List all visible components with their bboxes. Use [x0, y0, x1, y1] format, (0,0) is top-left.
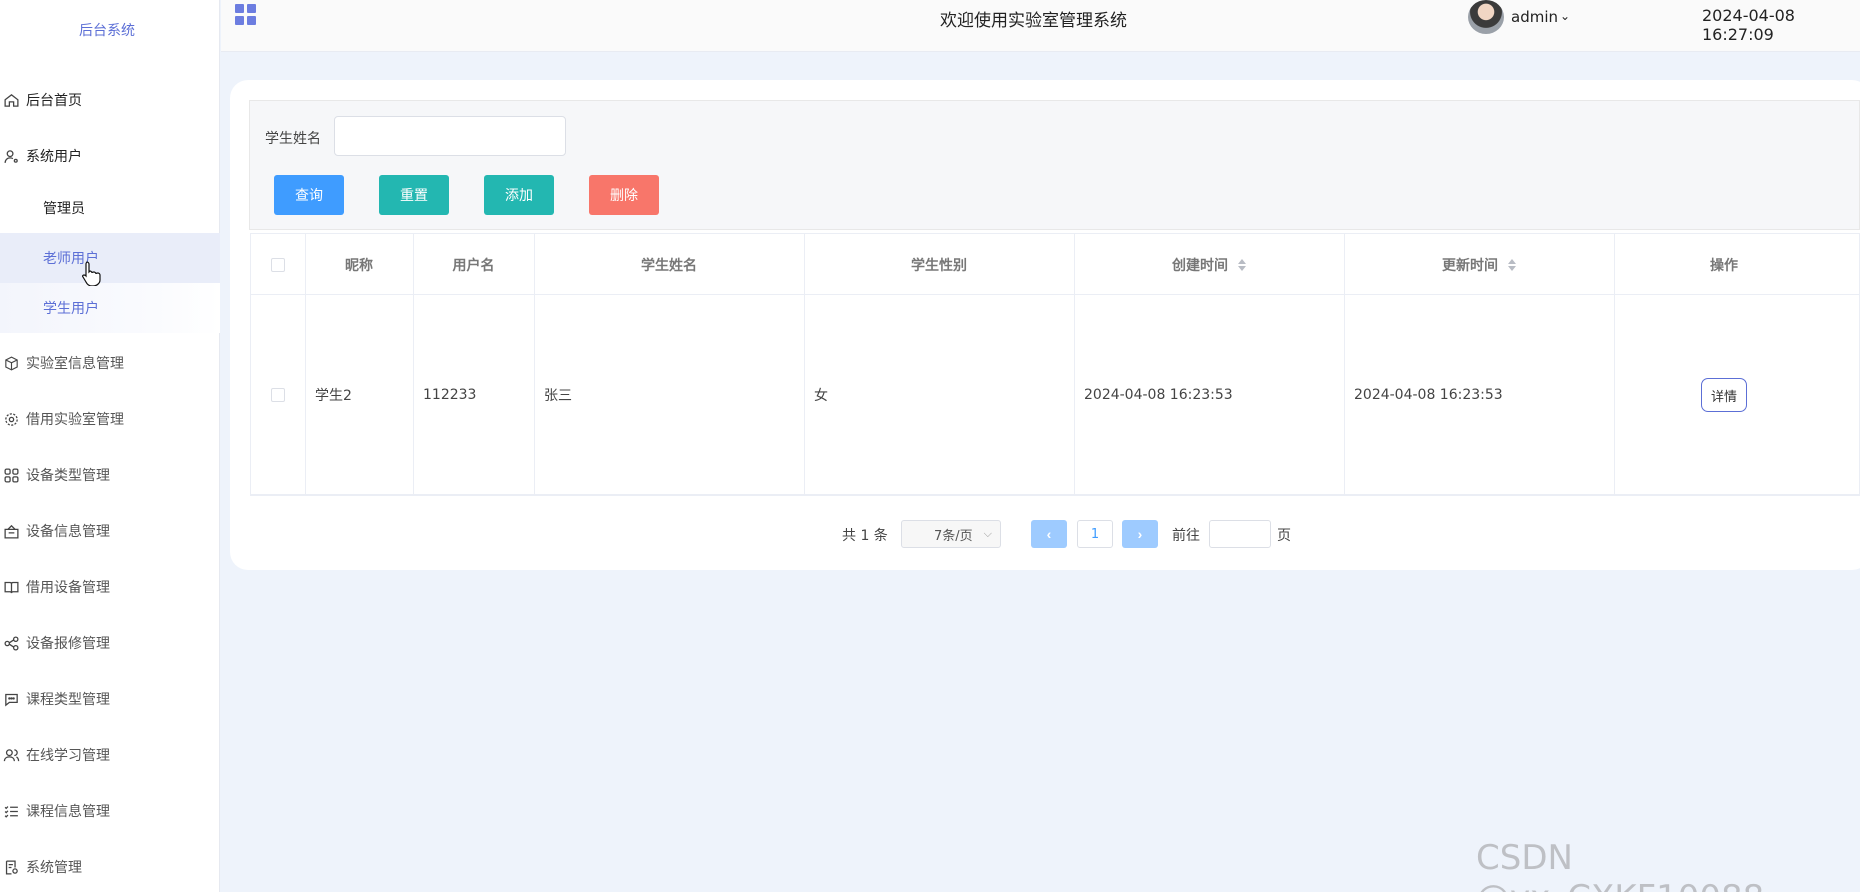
cell-action: 详情 [1614, 295, 1834, 495]
column-header-action: 操作 [1710, 257, 1738, 274]
row-select-cell [251, 295, 305, 495]
column-header-gender: 学生性别 [911, 257, 967, 274]
sidebar-item-device-info[interactable]: 设备信息管理 [0, 506, 220, 556]
user-icon [2, 147, 20, 165]
sidebar-item-system-users[interactable]: 系统用户 [0, 131, 220, 181]
page-size-value: 7条/页 [934, 528, 973, 544]
next-page-button[interactable]: › [1122, 520, 1158, 548]
sidebar-item-label: 在线学习管理 [26, 748, 110, 764]
student-name-input[interactable] [334, 116, 566, 156]
user-name[interactable]: admin [1511, 8, 1558, 26]
sidebar-item-device-type[interactable]: 设备类型管理 [0, 450, 220, 500]
select-all-cell [251, 234, 305, 295]
sidebar-item-system-manage[interactable]: 系统管理 [0, 842, 220, 892]
sidebar-item-online-learning[interactable]: 在线学习管理 [0, 730, 220, 780]
query-button[interactable]: 查询 [274, 175, 344, 215]
sidebar-item-label: 设备报修管理 [26, 636, 110, 652]
sidebar-item-device-repair[interactable]: 设备报修管理 [0, 618, 220, 668]
sidebar-item-label: 借用设备管理 [26, 580, 110, 596]
chat-icon [2, 690, 20, 708]
delete-button[interactable]: 删除 [589, 175, 659, 215]
sidebar-item-label: 设备信息管理 [26, 524, 110, 540]
sidebar-item-label: 课程类型管理 [26, 692, 110, 708]
share-icon [2, 634, 20, 652]
sidebar: 后台系统 后台首页 系统用户 管理员 老师用户 学生用户 实验室信息管理 借用实… [0, 0, 220, 892]
sidebar-item-label: 后台首页 [26, 93, 82, 109]
sidebar-item-lab-info[interactable]: 实验室信息管理 [0, 338, 220, 388]
cell-updated: 2024-04-08 16:23:53 [1354, 387, 1503, 403]
page-number-1[interactable]: 1 [1077, 520, 1113, 548]
sidebar-subitem-admin[interactable]: 管理员 [0, 183, 220, 233]
settings-doc-icon [2, 858, 20, 876]
data-table: 昵称 用户名 学生姓名 学生性别 创建时间 更新时间 操作 学生2 112233… [250, 233, 1860, 496]
goto-page-input[interactable] [1209, 520, 1271, 548]
list-icon [2, 802, 20, 820]
box-icon [2, 522, 20, 540]
column-header-student-name: 学生姓名 [641, 257, 697, 274]
column-header-updated-cell[interactable]: 更新时间 [1344, 234, 1614, 295]
home-icon [2, 91, 20, 109]
datetime: 2024-04-08 16:27:09 [1702, 6, 1795, 44]
select-all-checkbox[interactable] [271, 257, 285, 272]
table-row: 学生2 112233 张三 女 2024-04-08 16:23:53 2024… [251, 295, 1859, 495]
chevron-right-icon: › [1137, 526, 1143, 542]
cell-username: 112233 [423, 387, 477, 403]
top-header: 欢迎使用实验室管理系统 admin ⌄ 2024-04-08 16:27:09 [221, 0, 1860, 52]
sidebar-item-label: 设备类型管理 [26, 468, 110, 484]
prev-page-button[interactable]: ‹ [1031, 520, 1067, 548]
chevron-left-icon: ‹ [1046, 526, 1052, 542]
cell-nickname: 学生2 [315, 388, 352, 404]
row-checkbox[interactable] [271, 388, 285, 402]
sidebar-item-home[interactable]: 后台首页 [0, 75, 220, 125]
grid-icon [2, 466, 20, 484]
column-header-created: 创建时间 [1172, 257, 1228, 274]
pagination-total: 共 1 条 [842, 528, 888, 544]
sort-icon[interactable] [1238, 258, 1246, 271]
reset-button[interactable]: 重置 [379, 175, 449, 215]
cell-created: 2024-04-08 16:23:53 [1084, 387, 1233, 403]
cell-gender: 女 [814, 388, 828, 404]
sidebar-subitem-teacher-users[interactable]: 老师用户 [0, 233, 220, 283]
cell-student-name: 张三 [544, 388, 572, 404]
sidebar-item-label: 系统用户 [26, 149, 82, 165]
column-header-updated: 更新时间 [1442, 257, 1498, 274]
column-header-nickname: 昵称 [345, 257, 373, 274]
page-size-select[interactable]: 7条/页 ⌵ [901, 520, 1001, 548]
student-name-label: 学生姓名 [265, 131, 321, 147]
sidebar-item-label: 课程信息管理 [26, 804, 110, 820]
gear-icon [2, 410, 20, 428]
chevron-down-icon: ⌵ [983, 527, 992, 540]
sidebar-item-course-info[interactable]: 课程信息管理 [0, 786, 220, 836]
sidebar-subitem-label: 学生用户 [43, 301, 99, 317]
hand-cursor-icon [81, 261, 101, 286]
avatar[interactable] [1468, 0, 1504, 34]
sidebar-item-device-borrow[interactable]: 借用设备管理 [0, 562, 220, 612]
sidebar-title: 后台系统 [79, 23, 135, 39]
sidebar-subitem-student-users[interactable]: 学生用户 [0, 283, 220, 333]
sidebar-item-label: 实验室信息管理 [26, 356, 124, 372]
users-icon [2, 746, 20, 764]
add-button[interactable]: 添加 [484, 175, 554, 215]
sidebar-item-label: 系统管理 [26, 860, 82, 876]
sort-icon[interactable] [1508, 258, 1516, 271]
sidebar-item-lab-borrow[interactable]: 借用实验室管理 [0, 394, 220, 444]
chevron-down-icon[interactable]: ⌄ [1560, 9, 1570, 23]
detail-button[interactable]: 详情 [1701, 378, 1747, 412]
page-title: 欢迎使用实验室管理系统 [940, 11, 1127, 31]
sidebar-subitem-label: 管理员 [43, 201, 85, 217]
sidebar-item-label: 借用实验室管理 [26, 412, 124, 428]
column-header-created-cell[interactable]: 创建时间 [1074, 234, 1344, 295]
goto-suffix: 页 [1277, 528, 1291, 544]
cube-icon [2, 354, 20, 372]
sidebar-item-course-type[interactable]: 课程类型管理 [0, 674, 220, 724]
book-icon [2, 578, 20, 596]
watermark: CSDN @vx_CXKF10088 [1476, 838, 1764, 892]
table-header: 昵称 用户名 学生姓名 学生性别 创建时间 更新时间 操作 [251, 234, 1859, 295]
column-header-username: 用户名 [452, 257, 495, 274]
goto-label: 前往 [1172, 528, 1200, 544]
